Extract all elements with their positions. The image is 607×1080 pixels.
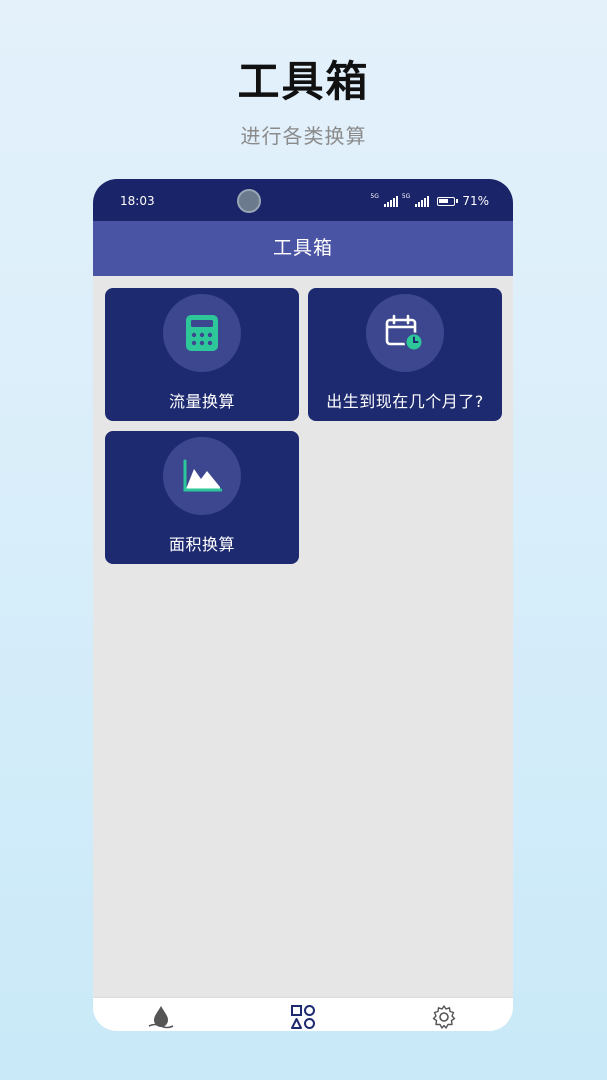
calculator-icon — [163, 294, 241, 372]
status-bar: 18:03 5G 5G 71% — [93, 179, 513, 221]
tool-card-label: 流量换算 — [168, 392, 235, 411]
status-time: 18:03 — [120, 194, 155, 208]
nav-tools-grid-icon[interactable] — [288, 1004, 318, 1031]
tool-card-label: 出生到现在几个月了? — [326, 392, 484, 411]
promo-title: 工具箱 — [237, 57, 370, 106]
notification-app-icon — [237, 189, 261, 213]
area-chart-icon — [163, 437, 241, 515]
tool-card-area-conversion[interactable]: 面积换算 — [105, 431, 299, 564]
calendar-clock-icon — [366, 294, 444, 372]
bottom-nav — [93, 997, 513, 1031]
battery-level: 71% — [462, 194, 489, 208]
tool-card-label: 面积换算 — [168, 535, 235, 554]
tool-card-traffic-conversion[interactable]: 流量换算 — [105, 288, 299, 421]
network-type-1: 5G — [370, 193, 379, 200]
network-type-2: 5G — [401, 193, 411, 200]
nav-water-drop-icon[interactable] — [146, 1004, 176, 1031]
signal-icon — [415, 195, 430, 207]
tool-card-age-in-months[interactable]: 出生到现在几个月了? — [308, 288, 502, 421]
nav-settings-gear-icon[interactable] — [429, 1004, 459, 1031]
signal-icon — [383, 195, 398, 207]
status-indicators: 5G 5G 71% — [370, 193, 489, 209]
battery-icon — [437, 196, 456, 206]
app-bar-title: 工具箱 — [93, 221, 513, 276]
phone-screen: 18:03 5G 5G 71% 工具箱 流量换算 出生到现在几个月了? 面积换算 — [93, 179, 513, 1031]
promo-subtitle: 进行各类换算 — [240, 124, 367, 148]
